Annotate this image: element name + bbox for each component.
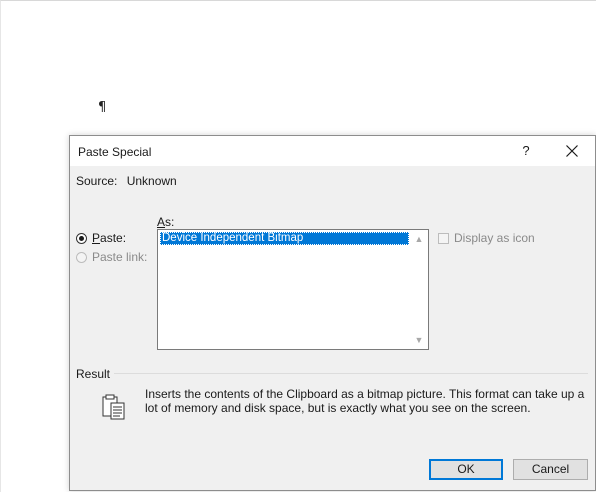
dialog-titlebar[interactable]: Paste Special ? — [70, 136, 595, 166]
display-as-icon-checkbox[interactable] — [438, 232, 449, 244]
paragraph-mark: ¶ — [98, 100, 107, 115]
format-listbox[interactable]: Device Independent Bitmap ▲ ▼ — [157, 229, 429, 350]
cancel-button[interactable]: Cancel — [513, 459, 588, 480]
paste-link-radio[interactable] — [76, 251, 87, 263]
result-description: Inserts the contents of the Clipboard as… — [145, 387, 585, 415]
help-button[interactable]: ? — [510, 136, 542, 166]
scroll-down-icon[interactable]: ▼ — [411, 332, 427, 348]
result-label: Result — [76, 367, 111, 381]
close-button[interactable] — [554, 136, 590, 166]
list-item[interactable]: Device Independent Bitmap — [160, 232, 409, 245]
source-row: Source: Unknown — [76, 174, 177, 188]
as-label: As: — [157, 215, 175, 229]
paste-special-dialog: Paste Special ? Source: Unknown As: Past… — [69, 135, 596, 491]
close-icon — [566, 145, 578, 157]
ok-button[interactable]: OK — [429, 459, 503, 480]
clipboard-icon — [100, 394, 128, 425]
display-as-icon-option[interactable]: Display as icon — [438, 231, 535, 245]
dialog-title: Paste Special — [78, 145, 152, 159]
source-value: Unknown — [126, 174, 177, 188]
paste-radio-option[interactable]: Paste: — [76, 231, 126, 245]
list-scrollbar[interactable]: ▲ ▼ — [411, 231, 427, 348]
result-divider — [114, 373, 588, 374]
paste-radio[interactable] — [76, 232, 87, 244]
display-as-icon-label: Display as icon — [454, 231, 535, 245]
paste-radio-label: Paste: — [92, 231, 127, 245]
source-label: Source: — [76, 174, 118, 188]
paste-link-radio-option[interactable]: Paste link: — [76, 250, 147, 264]
scroll-up-icon[interactable]: ▲ — [411, 231, 427, 247]
paste-link-radio-label: Paste link: — [92, 250, 148, 264]
